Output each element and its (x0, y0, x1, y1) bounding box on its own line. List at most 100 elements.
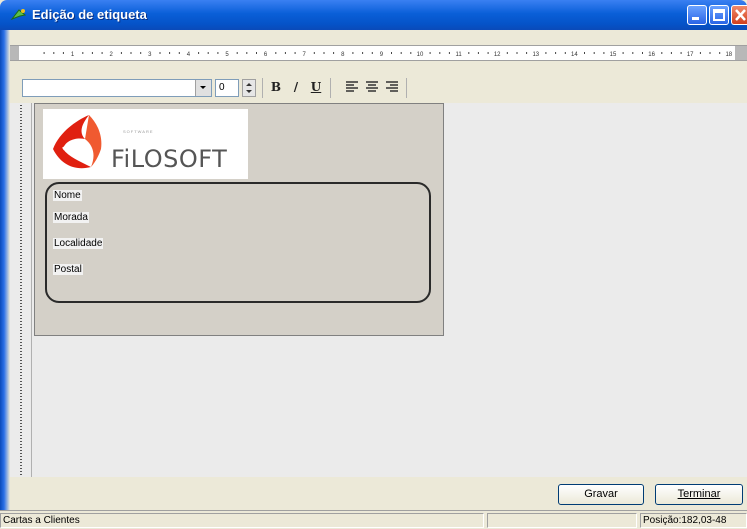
close-button[interactable] (731, 5, 747, 25)
maximize-button[interactable] (709, 5, 729, 25)
label-preview[interactable]: SOFTWARE FiLOSOFT Nome Morada Localidade… (34, 103, 444, 336)
ruler-tick (140, 52, 142, 54)
ruler-tick (362, 52, 364, 54)
ruler-left-margin (10, 46, 19, 60)
align-center-icon[interactable] (364, 79, 380, 95)
ruler-number: 7 (303, 52, 307, 58)
ruler-tick (313, 52, 315, 54)
ruler-tick (323, 52, 325, 54)
finish-button[interactable]: Terminar (655, 484, 743, 505)
close-icon (735, 9, 746, 21)
ruler-tick (217, 52, 219, 54)
logo-tagline: SOFTWARE (123, 129, 154, 134)
ruler-tick (680, 52, 682, 54)
vertical-ruler (10, 103, 30, 477)
field-nome[interactable]: Nome (53, 190, 82, 201)
font-name-combo[interactable] (22, 79, 212, 97)
ruler-tick (333, 52, 335, 54)
ruler-tick (622, 52, 624, 54)
combo-dropdown-button[interactable] (195, 80, 211, 96)
ruler-number: 2 (110, 52, 114, 58)
ruler-number: 9 (380, 52, 384, 58)
ruler-tick (91, 52, 93, 54)
minimize-button[interactable] (687, 5, 707, 25)
ruler-tick (284, 52, 286, 54)
underline-button[interactable]: U (308, 79, 324, 95)
ruler-right-margin (735, 46, 747, 60)
ruler-number: 5 (225, 52, 229, 58)
ruler-tick (526, 52, 528, 54)
ruler-tick (410, 52, 412, 54)
ruler-number: 17 (687, 52, 694, 58)
field-postal[interactable]: Postal (53, 264, 83, 275)
ruler-tick (516, 52, 518, 54)
ruler-tick (62, 52, 64, 54)
label-canvas[interactable]: SOFTWARE FiLOSOFT Nome Morada Localidade… (10, 103, 747, 477)
ruler-tick (169, 52, 171, 54)
ruler-number: 8 (341, 52, 345, 58)
ruler-number: 16 (648, 52, 655, 58)
company-logo[interactable]: SOFTWARE FiLOSOFT (43, 109, 248, 179)
title-bar[interactable]: Edição de etiqueta (0, 0, 747, 30)
ruler-tick (294, 52, 296, 54)
minimize-icon (692, 17, 699, 20)
margin-line (31, 103, 32, 477)
status-position: Posição:182,03-48 (640, 513, 747, 528)
ruler-tick (593, 52, 595, 54)
ruler-tick (120, 52, 122, 54)
horizontal-ruler[interactable]: 1 2 3 4 5 6 7 8 9 10 11 12 13 14 15 16 17 18 (10, 45, 747, 61)
font-size-input[interactable]: 0 (215, 79, 239, 97)
ruler-number: 14 (571, 52, 578, 58)
ruler-tick (400, 52, 402, 54)
ruler-number: 13 (532, 52, 539, 58)
ruler-tick (661, 52, 663, 54)
window-border-left (0, 30, 10, 510)
ruler-number: 10 (417, 52, 424, 58)
ruler-tick (699, 52, 701, 54)
field-morada[interactable]: Morada (53, 212, 89, 223)
field-localidade[interactable]: Localidade (53, 238, 104, 249)
bold-button[interactable]: B (268, 79, 284, 95)
toolbar-separator (262, 78, 263, 98)
ruler-tick (246, 52, 248, 54)
save-button[interactable]: Gravar (558, 484, 644, 505)
ruler-tick (719, 52, 721, 54)
ruler-tick (448, 52, 450, 54)
ruler-tick (198, 52, 200, 54)
align-right-icon[interactable] (384, 79, 400, 95)
status-middle (487, 513, 637, 528)
ruler-tick (584, 52, 585, 54)
ruler-tick (487, 52, 489, 54)
spinner-arrows-icon (246, 83, 252, 93)
ruler-scale: 1 2 3 4 5 6 7 8 9 10 11 12 13 14 15 16 17 18 (43, 52, 733, 58)
toolbar-separator (330, 78, 331, 98)
ruler-tick (43, 52, 45, 54)
ruler-number: 6 (264, 52, 268, 58)
toolbar-separator (406, 78, 407, 98)
status-context: Cartas a Clientes (0, 513, 484, 528)
window-title: Edição de etiqueta (32, 7, 147, 22)
ruler-tick (506, 52, 508, 54)
format-toolbar: 0 B / U (10, 68, 747, 102)
font-size-spinner[interactable] (242, 79, 256, 97)
ruler-tick (130, 52, 132, 54)
ruler-tick (439, 52, 441, 54)
ruler-number: 1 (71, 52, 75, 58)
ruler-number: 4 (187, 52, 191, 58)
ruler-number: 12 (494, 52, 501, 58)
ruler-tick (477, 52, 479, 54)
ruler-tick (632, 52, 634, 54)
ruler-tick (371, 52, 373, 54)
ruler-number: 11 (455, 52, 462, 58)
italic-button[interactable]: / (288, 79, 304, 95)
app-icon (10, 9, 27, 21)
ruler-tick (207, 52, 209, 54)
logo-swirl-icon (53, 115, 102, 169)
ruler-tick (82, 52, 84, 54)
ruler-tick (429, 52, 431, 54)
ruler-tick (709, 52, 711, 54)
address-block[interactable]: Nome Morada Localidade Postal (45, 182, 431, 303)
align-left-icon[interactable] (344, 79, 360, 95)
logo-wordmark: FiLOSOFT (111, 145, 228, 173)
ruler-tick (275, 52, 277, 54)
